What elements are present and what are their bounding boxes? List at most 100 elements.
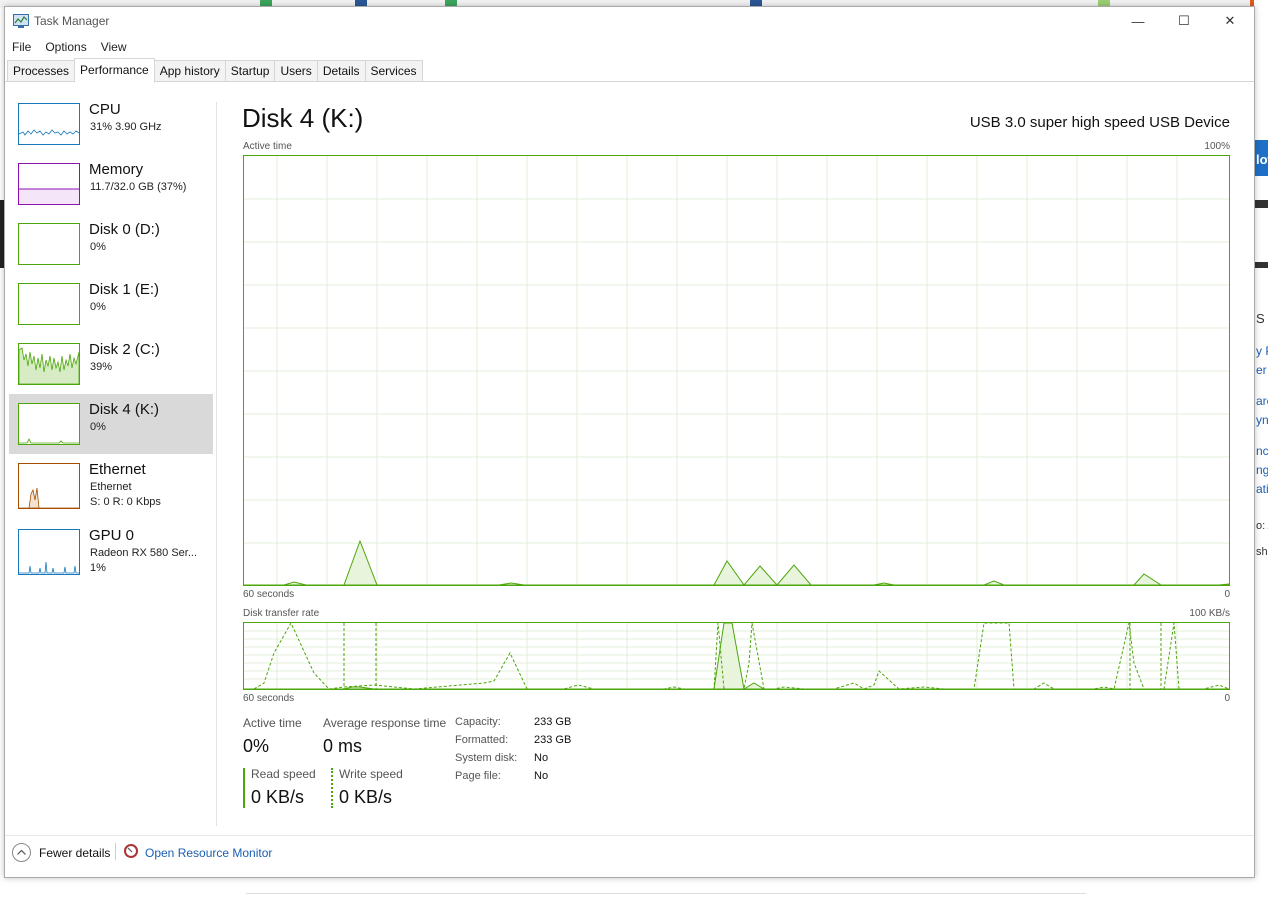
title-bar[interactable]: Task Manager — ☐ ✕ xyxy=(5,7,1254,35)
sidebar-item-ethernet[interactable]: Ethernet Ethernet S: 0 R: 0 Kbps xyxy=(9,454,213,520)
cpu-thumbnail-graph xyxy=(18,103,80,145)
sidebar-item-usage: 1% xyxy=(90,562,106,574)
background-link: y P xyxy=(1256,344,1268,358)
graph-time-label: 60 seconds xyxy=(243,693,295,704)
ethernet-thumbnail-graph xyxy=(18,463,80,509)
background-bar xyxy=(1254,200,1268,208)
sidebar-item-label: Disk 0 (D:) xyxy=(89,221,160,238)
sidebar-item-disk-4[interactable]: Disk 4 (K:) 0% xyxy=(9,394,213,454)
active-time-graph xyxy=(243,155,1230,586)
sidebar-item-gpu-0[interactable]: GPU 0 Radeon RX 580 Ser... 1% xyxy=(9,520,213,586)
background-link: er xyxy=(1256,363,1267,377)
sidebar-item-cpu[interactable]: CPU 31% 3.90 GHz xyxy=(9,94,213,154)
page-file-value: No xyxy=(534,770,549,782)
disk-4-thumbnail-graph xyxy=(18,403,80,445)
tab-services[interactable]: Services xyxy=(364,60,423,82)
disk-transfer-rate-graph xyxy=(243,622,1230,690)
sidebar-item-value: 31% 3.90 GHz xyxy=(90,121,162,133)
system-disk-label: System disk: xyxy=(455,752,518,764)
sidebar-item-label: CPU xyxy=(89,101,121,118)
background-text: she xyxy=(1256,546,1268,558)
tab-performance[interactable]: Performance xyxy=(74,58,155,83)
device-name: USB 3.0 super high speed USB Device xyxy=(969,114,1230,131)
background-divider xyxy=(246,893,1086,894)
page-file-label: Page file: xyxy=(455,770,501,782)
tab-users[interactable]: Users xyxy=(274,60,318,82)
footer-separator xyxy=(115,843,116,860)
sidebar-item-label: Disk 1 (E:) xyxy=(89,281,160,298)
task-manager-window: Task Manager — ☐ ✕ File Options View Pro… xyxy=(4,6,1255,878)
background-link: ng, xyxy=(1256,463,1268,477)
formatted-label: Formatted: xyxy=(455,734,509,746)
background-link: nce xyxy=(1256,444,1268,458)
tab-app-history[interactable]: App history xyxy=(153,60,226,82)
desktop-background xyxy=(0,878,1268,900)
sidebar-item-value: Radeon RX 580 Ser... xyxy=(90,547,198,559)
sidebar-item-value: 0% xyxy=(90,241,106,253)
system-disk-value: No xyxy=(534,752,549,764)
background-link: atio xyxy=(1256,482,1268,496)
active-time-value: 0% xyxy=(243,736,270,756)
maximize-button[interactable]: ☐ xyxy=(1161,7,1207,35)
read-speed-label: Read speed xyxy=(251,767,316,781)
background-link: ync xyxy=(1256,413,1268,427)
sidebar-item-label: Memory xyxy=(89,161,144,178)
write-speed-value: 0 KB/s xyxy=(339,787,393,807)
sidebar-item-label: GPU 0 xyxy=(89,527,135,544)
disk-1-thumbnail-graph xyxy=(18,283,80,325)
menu-file[interactable]: File xyxy=(5,37,38,57)
tab-bar: Processes Performance App history Startu… xyxy=(7,58,423,83)
graph-time-label: 60 seconds xyxy=(243,589,295,600)
background-link: are xyxy=(1256,394,1268,408)
tab-startup[interactable]: Startup xyxy=(224,60,276,82)
window-title: Task Manager xyxy=(34,14,110,28)
avg-response-value: 0 ms xyxy=(323,736,363,756)
tab-processes[interactable]: Processes xyxy=(7,60,76,82)
sidebar-item-value: Ethernet xyxy=(90,481,132,493)
write-speed-indicator xyxy=(331,768,333,808)
menu-view[interactable]: View xyxy=(94,37,134,57)
close-button[interactable]: ✕ xyxy=(1207,7,1253,35)
capacity-label: Capacity: xyxy=(455,716,501,728)
sidebar-item-memory[interactable]: Memory 11.7/32.0 GB (37%) xyxy=(9,154,213,214)
menu-options[interactable]: Options xyxy=(38,37,93,57)
write-speed-label: Write speed xyxy=(339,767,403,781)
sidebar-item-disk-1[interactable]: Disk 1 (E:) 0% xyxy=(9,274,213,334)
graph-min-label: 0 xyxy=(1224,589,1230,600)
graph-label: Active time xyxy=(243,141,292,152)
tab-details[interactable]: Details xyxy=(316,60,366,82)
menu-bar: File Options View xyxy=(5,37,134,57)
background-text: low xyxy=(1256,152,1268,167)
sidebar-item-value: 0% xyxy=(90,301,106,313)
read-speed-indicator xyxy=(243,768,245,808)
background-bar xyxy=(1254,262,1268,268)
graph-label: Disk transfer rate xyxy=(243,608,320,619)
sidebar-item-disk-0[interactable]: Disk 0 (D:) 0% xyxy=(9,214,213,274)
sidebar-item-disk-2[interactable]: Disk 2 (C:) 39% xyxy=(9,334,213,394)
graph-min-label: 0 xyxy=(1224,693,1230,704)
graph-max-label: 100% xyxy=(1204,141,1230,152)
open-resource-monitor-link[interactable]: Open Resource Monitor xyxy=(145,846,272,860)
disk-2-thumbnail-graph xyxy=(18,343,80,385)
minimize-button[interactable]: — xyxy=(1115,7,1161,35)
resource-monitor-icon xyxy=(124,844,138,858)
sidebar-item-value: 0% xyxy=(90,421,106,433)
performance-sidebar: CPU 31% 3.90 GHz Memory 11.7/32.0 GB (37… xyxy=(9,94,213,586)
background-text: S P xyxy=(1256,311,1268,326)
task-manager-icon xyxy=(13,14,29,28)
disk-0-thumbnail-graph xyxy=(18,223,80,265)
sidebar-item-label: Ethernet xyxy=(89,461,146,478)
gpu-thumbnail-graph xyxy=(18,529,80,575)
sidebar-item-throughput: S: 0 R: 0 Kbps xyxy=(90,496,161,508)
formatted-value: 233 GB xyxy=(534,734,572,746)
fewer-details-button[interactable]: Fewer details xyxy=(39,846,110,860)
chevron-up-icon[interactable] xyxy=(12,843,31,862)
sidebar-item-label: Disk 2 (C:) xyxy=(89,341,160,358)
read-speed-value: 0 KB/s xyxy=(251,787,305,807)
sidebar-item-value: 39% xyxy=(90,361,113,373)
page-title: Disk 4 (K:) xyxy=(242,103,364,133)
footer-divider xyxy=(5,835,1254,836)
sidebar-item-label: Disk 4 (K:) xyxy=(89,401,160,418)
graph-max-label: 100 KB/s xyxy=(1189,608,1230,619)
sidebar-item-value: 11.7/32.0 GB (37%) xyxy=(90,181,187,193)
